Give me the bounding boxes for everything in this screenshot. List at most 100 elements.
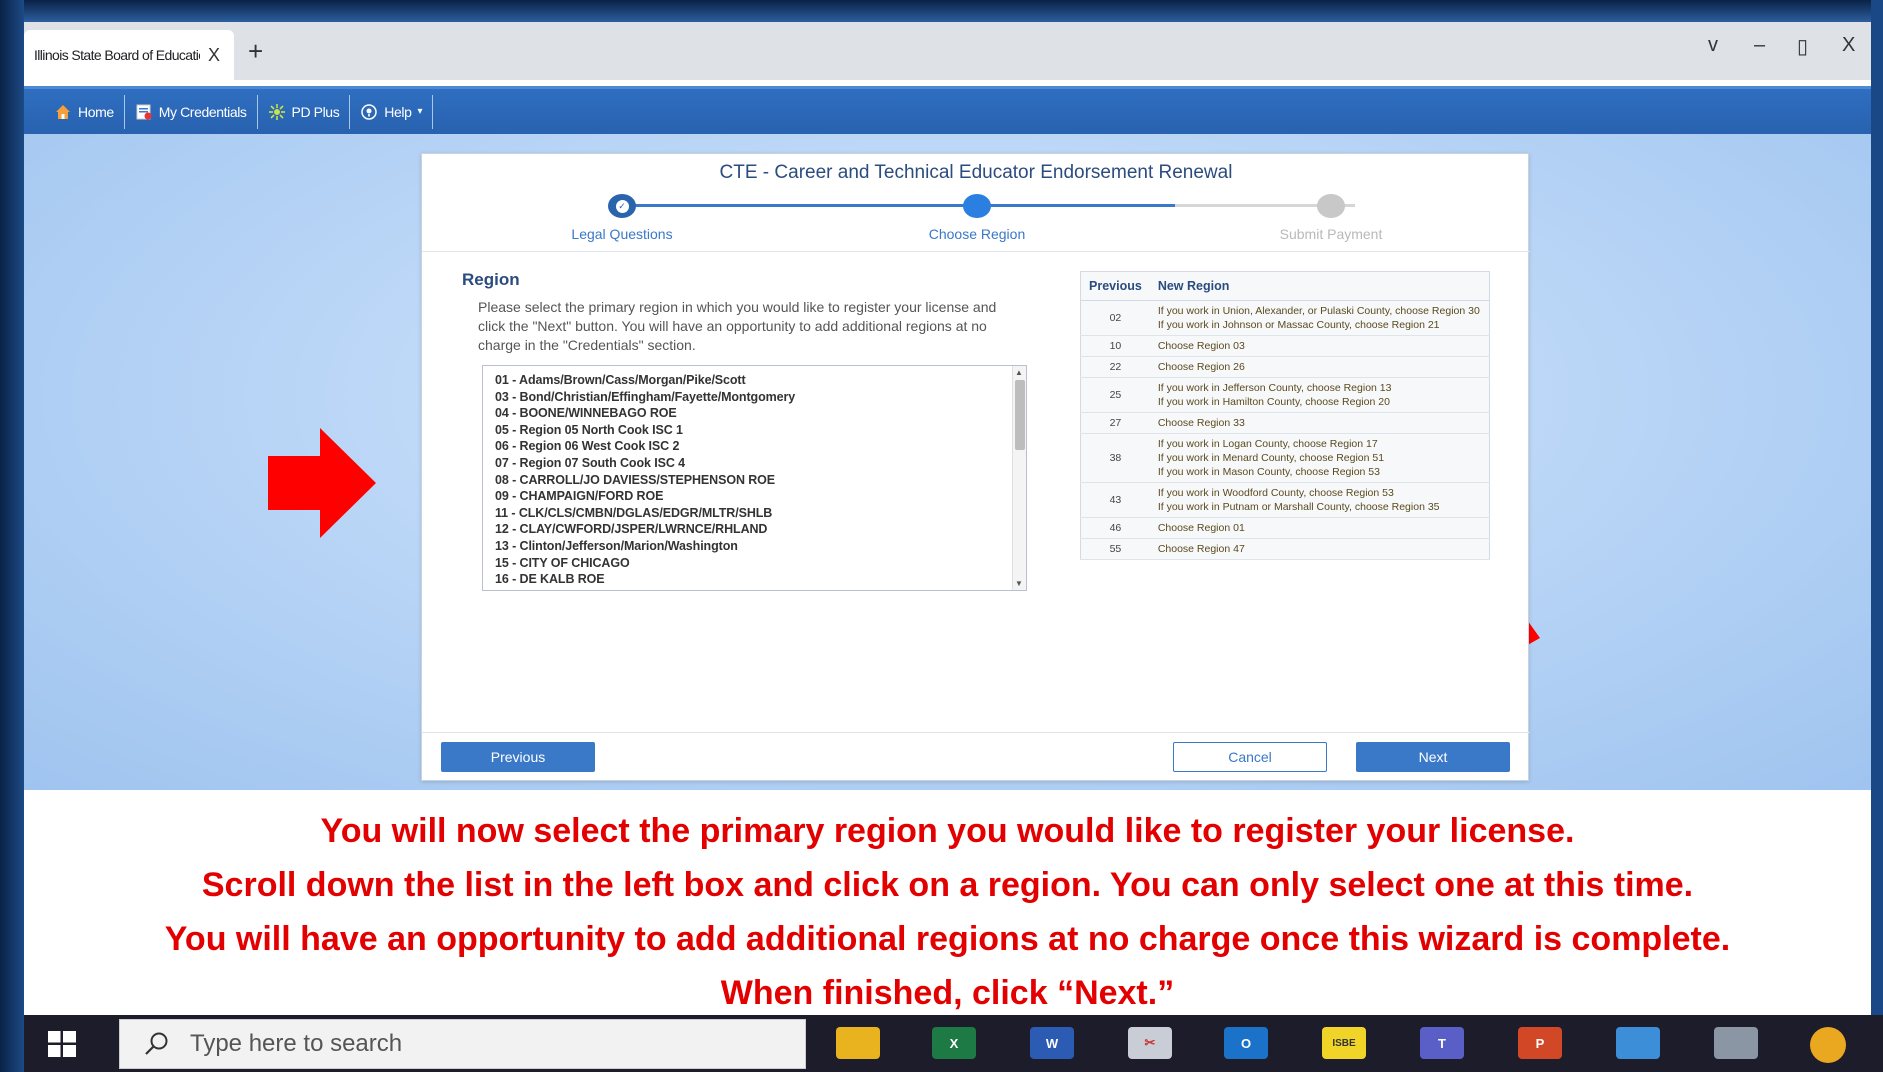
- nav-help[interactable]: Help ▾: [350, 94, 434, 129]
- caption-line: You will now select the primary region y…: [320, 812, 1575, 850]
- restore-button[interactable]: ▯: [1797, 34, 1808, 59]
- nav-pd-plus[interactable]: PD Plus: [258, 94, 351, 129]
- browser-tab[interactable]: Illinois State Board of Education X: [24, 30, 234, 80]
- isbe-icon[interactable]: ISBE: [1322, 1027, 1366, 1059]
- region-option[interactable]: 16 - DE KALB ROE: [495, 571, 1014, 588]
- search-placeholder: Type here to search: [190, 1030, 403, 1057]
- divider: [422, 251, 1530, 252]
- remote-desktop-icon[interactable]: [1616, 1027, 1660, 1059]
- cancel-button[interactable]: Cancel: [1173, 742, 1327, 772]
- powerpoint-icon[interactable]: P: [1518, 1027, 1562, 1059]
- nav-pd-plus-label: PD Plus: [291, 103, 340, 120]
- listbox-scrollbar[interactable]: ▲ ▼: [1012, 366, 1026, 590]
- region-option[interactable]: 09 - CHAMPAIGN/FORD ROE: [495, 488, 1014, 505]
- region-option[interactable]: 08 - CARROLL/JO DAVIESS/STEPHENSON ROE: [495, 472, 1014, 489]
- outlook-icon[interactable]: O: [1224, 1027, 1268, 1059]
- windows-start-icon[interactable]: [48, 1031, 76, 1057]
- teams-icon[interactable]: T: [1420, 1027, 1464, 1059]
- region-description: Please select the primary region in whic…: [478, 299, 997, 353]
- cell-line: If you work in Johnson or Massac County,…: [1157, 319, 1440, 331]
- checkmark-icon: ✓: [615, 199, 629, 213]
- table-row: 55 Choose Region 47: [1080, 538, 1490, 560]
- file-explorer-icon[interactable]: [836, 1027, 880, 1059]
- chrome-icon[interactable]: [1810, 1027, 1846, 1063]
- footer-divider: [422, 732, 1530, 733]
- scroll-thumb[interactable]: [1015, 380, 1025, 450]
- region-option[interactable]: 15 - CITY OF CHICAGO: [495, 555, 1014, 572]
- cell-new-region: Choose Region 01: [1149, 517, 1490, 539]
- cell-new-region: Choose Region 47: [1149, 538, 1490, 560]
- cell-previous: 27: [1080, 412, 1150, 434]
- caption-line: Scroll down the list in the left box and…: [201, 866, 1694, 904]
- table-row: 10 Choose Region 03: [1080, 335, 1490, 357]
- site-navbar: Home My Credentials PD Plus Help ▾: [24, 86, 1871, 134]
- previous-button[interactable]: Previous: [441, 742, 595, 772]
- cell-new-region: If you work in Woodford County, choose R…: [1149, 482, 1490, 518]
- scroll-down-icon[interactable]: ▼: [1015, 579, 1023, 588]
- word-icon[interactable]: W: [1030, 1027, 1074, 1059]
- region-mapping-table: Previous New Region 02 If you work in Un…: [1080, 271, 1490, 560]
- caption-line: You will have an opportunity to add addi…: [164, 920, 1731, 958]
- next-button[interactable]: Next: [1356, 742, 1510, 772]
- slide-frame-right: [1871, 0, 1883, 1015]
- close-window-button[interactable]: X: [1842, 34, 1855, 57]
- chevron-down-icon: ▾: [417, 106, 423, 117]
- cell-previous: 02: [1080, 300, 1150, 336]
- region-option[interactable]: 01 - Adams/Brown/Cass/Morgan/Pike/Scott: [495, 372, 1014, 389]
- scroll-up-icon[interactable]: ▲: [1015, 368, 1023, 377]
- table-header-row: Previous New Region: [1080, 271, 1490, 301]
- isbe-label: ISBE: [1332, 1037, 1356, 1049]
- home-icon: [54, 103, 72, 121]
- minimize-button[interactable]: –: [1754, 34, 1765, 57]
- tab-close-icon[interactable]: X: [208, 45, 220, 66]
- cell-line: If you work in Union, Alexander, or Pula…: [1157, 305, 1480, 317]
- table-row: 43 If you work in Woodford County, choos…: [1080, 482, 1490, 518]
- step-label-choose-region: Choose Region: [928, 226, 1026, 242]
- region-option[interactable]: 06 - Region 06 West Cook ISC 2: [495, 438, 1014, 455]
- cell-previous: 22: [1080, 356, 1150, 378]
- cell-previous: 55: [1080, 538, 1150, 560]
- cell-previous: 46: [1080, 517, 1150, 539]
- caption-line: When finished, click “Next.”: [720, 974, 1175, 1012]
- nav-help-label: Help: [384, 103, 412, 120]
- nav-my-credentials-label: My Credentials: [158, 103, 247, 120]
- region-option[interactable]: 12 - CLAY/CWFORD/JSPER/LWRNCE/RHLAND: [495, 521, 1014, 538]
- cell-previous: 38: [1080, 433, 1150, 483]
- region-option[interactable]: 07 - Region 07 South Cook ISC 4: [495, 455, 1014, 472]
- nav-my-credentials[interactable]: My Credentials: [125, 94, 258, 129]
- taskbar-search-input[interactable]: Type here to search: [119, 1019, 806, 1069]
- wizard-progress: ✓ Legal Questions Choose Region Submit P…: [422, 194, 1530, 254]
- region-list: 01 - Adams/Brown/Cass/Morgan/Pike/Scott …: [483, 366, 1026, 590]
- cell-new-region: If you work in Logan County, choose Regi…: [1149, 433, 1490, 483]
- credentials-icon: [135, 103, 153, 121]
- cell-new-region: Choose Region 33: [1149, 412, 1490, 434]
- calculator-icon[interactable]: [1714, 1027, 1758, 1059]
- region-listbox[interactable]: 01 - Adams/Brown/Cass/Morgan/Pike/Scott …: [482, 365, 1027, 591]
- region-option[interactable]: 11 - CLK/CLS/CMBN/DGLAS/EDGR/MLTR/SHLB: [495, 505, 1014, 522]
- tab-title: Illinois State Board of Education: [34, 47, 200, 63]
- cell-line: If you work in Woodford County, choose R…: [1157, 487, 1394, 499]
- step-label-legal-questions: Legal Questions: [571, 226, 673, 242]
- slide-frame-top: [0, 0, 1883, 22]
- table-row: 38 If you work in Logan County, choose R…: [1080, 433, 1490, 483]
- windows-taskbar: Type here to search X W ✂ O ISBE T P: [24, 1015, 1883, 1072]
- region-option[interactable]: 05 - Region 05 North Cook ISC 1: [495, 422, 1014, 439]
- cell-line: If you work in Jefferson County, choose …: [1157, 382, 1392, 394]
- tab-search-chevron-icon[interactable]: v: [1708, 34, 1718, 57]
- nav-home[interactable]: Home: [44, 94, 125, 129]
- region-option[interactable]: 03 - Bond/Christian/Effingham/Fayette/Mo…: [495, 389, 1014, 406]
- column-header-new-region: New Region: [1149, 271, 1490, 301]
- region-option[interactable]: 04 - BOONE/WINNEBAGO ROE: [495, 405, 1014, 422]
- progress-line-complete: [622, 204, 985, 207]
- new-tab-button[interactable]: +: [248, 36, 263, 67]
- excel-icon[interactable]: X: [932, 1027, 976, 1059]
- progress-line-complete-2: [985, 204, 1175, 207]
- snipping-tool-icon[interactable]: ✂: [1128, 1027, 1172, 1059]
- step-label-submit-payment: Submit Payment: [1279, 226, 1383, 242]
- region-option[interactable]: 13 - Clinton/Jefferson/Marion/Washington: [495, 538, 1014, 555]
- table-row: 25 If you work in Jefferson County, choo…: [1080, 377, 1490, 413]
- table-row: 02 If you work in Union, Alexander, or P…: [1080, 300, 1490, 336]
- cell-line: If you work in Mason County, choose Regi…: [1157, 466, 1380, 478]
- table-row: 22 Choose Region 26: [1080, 356, 1490, 378]
- nav-home-label: Home: [78, 103, 114, 120]
